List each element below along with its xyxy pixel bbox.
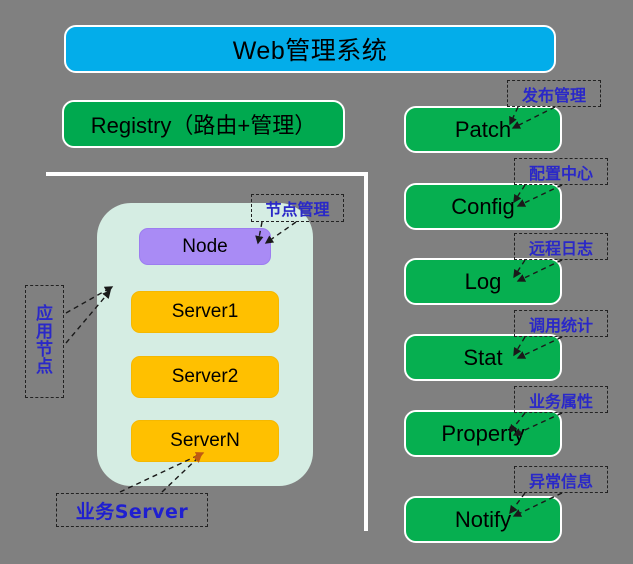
module-box-config[interactable]: Config <box>404 183 562 230</box>
server-box-2[interactable]: Server2 <box>131 356 279 398</box>
callout-config: 配置中心 <box>514 158 608 185</box>
module-box-notify[interactable]: Notify <box>404 496 562 543</box>
server-box-n[interactable]: ServerN <box>131 420 279 462</box>
title-web-management-system[interactable]: Web管理系统 <box>64 25 556 73</box>
registry-box[interactable]: Registry（路由+管理） <box>62 100 345 148</box>
registry-label: Registry（路由+管理） <box>90 113 317 138</box>
server-label-1: Server1 <box>171 301 239 322</box>
callout-node-manage: 节点管理 <box>251 194 344 222</box>
callout-label-property: 业务属性 <box>528 391 593 411</box>
callout-char-1: 应 <box>36 303 53 324</box>
module-label-property: Property <box>441 420 525 446</box>
module-box-property[interactable]: Property <box>404 410 562 457</box>
module-label-config: Config <box>451 193 515 219</box>
server-label-2: Server2 <box>171 366 239 387</box>
module-label-patch: Patch <box>454 116 512 142</box>
diagram-canvas: Web管理系统 Registry（路由+管理） Node Server1 Ser… <box>0 0 633 564</box>
callout-label-config: 配置中心 <box>528 163 593 183</box>
callout-label-patch: 发布管理 <box>521 85 586 105</box>
callout-business-server: 业务Server <box>56 493 208 527</box>
node-box[interactable]: Node <box>139 228 271 265</box>
grouping-bracket <box>46 172 368 531</box>
module-box-log[interactable]: Log <box>404 258 562 305</box>
module-box-stat[interactable]: Stat <box>404 334 562 381</box>
callout-stat: 调用统计 <box>514 310 608 337</box>
callout-notify: 异常信息 <box>514 466 608 493</box>
callout-log: 远程日志 <box>514 233 608 260</box>
module-box-patch[interactable]: Patch <box>404 106 562 153</box>
callout-label-log: 远程日志 <box>528 238 593 258</box>
node-label: Node <box>182 235 228 257</box>
module-label-notify: Notify <box>454 506 512 532</box>
callout-label-stat: 调用统计 <box>528 315 593 335</box>
callout-application-node: 应 用 节 点 <box>25 285 64 398</box>
server-box-1[interactable]: Server1 <box>131 291 279 333</box>
callout-label-business-server: 业务Server <box>75 500 189 523</box>
callout-label-notify: 异常信息 <box>528 471 593 491</box>
module-label-log: Log <box>464 268 502 294</box>
callout-char-2: 用 <box>36 321 53 342</box>
callout-label-node-manage: 节点管理 <box>265 200 330 219</box>
callout-property: 业务属性 <box>514 386 608 413</box>
module-label-stat: Stat <box>463 344 503 370</box>
callout-patch: 发布管理 <box>507 80 601 107</box>
title-label: Web管理系统 <box>232 37 388 65</box>
server-label-n: ServerN <box>170 430 240 451</box>
callout-char-4: 点 <box>36 357 53 378</box>
